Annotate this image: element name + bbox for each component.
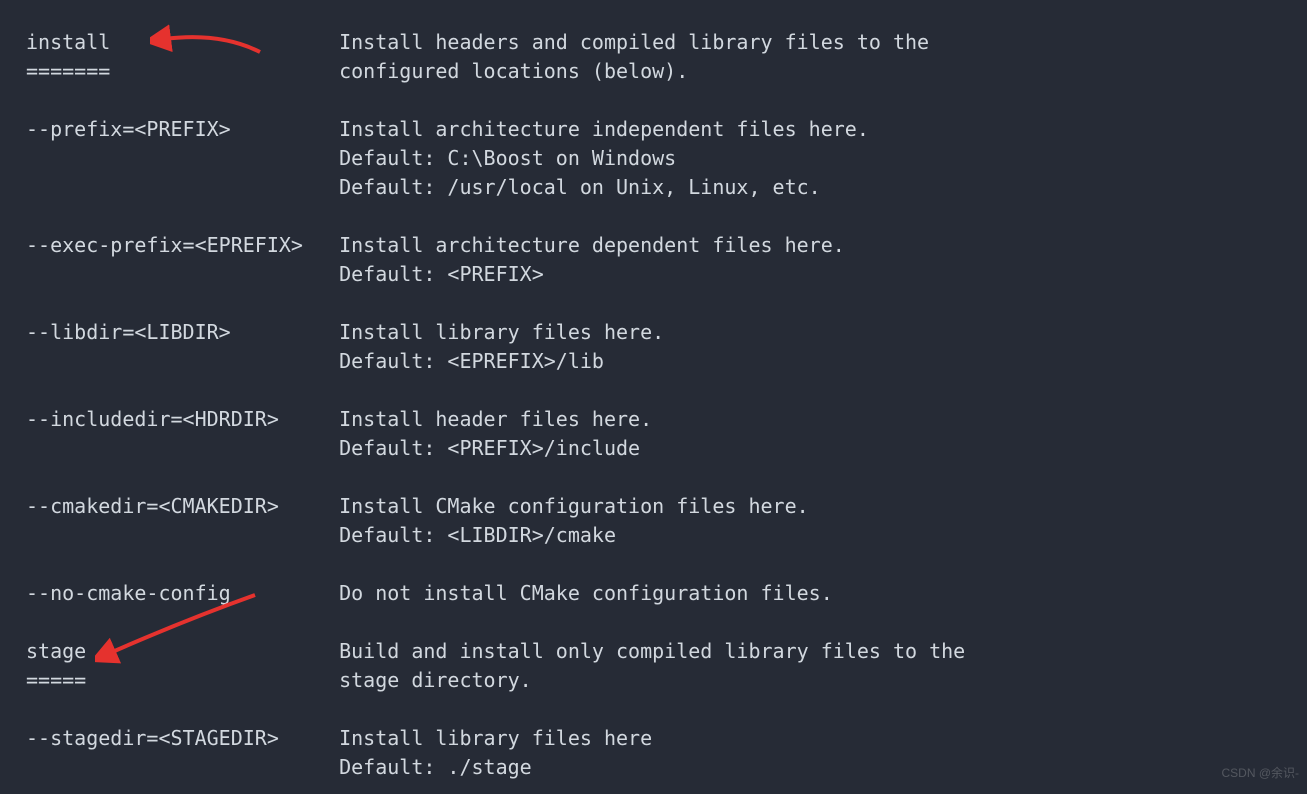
help-text-line: --exec-prefix=<EPREFIX> Install architec… <box>26 231 1281 260</box>
help-text-line: Default: <PREFIX> <box>26 260 1281 289</box>
help-text-line: --cmakedir=<CMAKEDIR> Install CMake conf… <box>26 492 1281 521</box>
help-text-line <box>26 86 1281 115</box>
help-text-line: Default: /usr/local on Unix, Linux, etc. <box>26 173 1281 202</box>
help-text-line: --stagedir=<STAGEDIR> Install library fi… <box>26 724 1281 753</box>
help-text-line: Default: <PREFIX>/include <box>26 434 1281 463</box>
help-text-line <box>26 376 1281 405</box>
help-text-line <box>26 202 1281 231</box>
help-text-line <box>26 695 1281 724</box>
help-text-line: ======= configured locations (below). <box>26 57 1281 86</box>
help-text-line: Default: C:\Boost on Windows <box>26 144 1281 173</box>
help-text-line: Default: ./stage <box>26 753 1281 782</box>
help-text-block: install Install headers and compiled lib… <box>26 28 1281 782</box>
help-text-line: Default: <EPREFIX>/lib <box>26 347 1281 376</box>
watermark: CSDN @余识- <box>1221 759 1299 788</box>
help-text-line: ===== stage directory. <box>26 666 1281 695</box>
help-text-line: --includedir=<HDRDIR> Install header fil… <box>26 405 1281 434</box>
help-text-line <box>26 289 1281 318</box>
help-text-line: --prefix=<PREFIX> Install architecture i… <box>26 115 1281 144</box>
help-text-line <box>26 463 1281 492</box>
help-text-line: stage Build and install only compiled li… <box>26 637 1281 666</box>
help-text-line <box>26 550 1281 579</box>
help-text-line: install Install headers and compiled lib… <box>26 28 1281 57</box>
help-text-line: Default: <LIBDIR>/cmake <box>26 521 1281 550</box>
help-text-line: --no-cmake-config Do not install CMake c… <box>26 579 1281 608</box>
help-text-line <box>26 608 1281 637</box>
help-text-line: --libdir=<LIBDIR> Install library files … <box>26 318 1281 347</box>
